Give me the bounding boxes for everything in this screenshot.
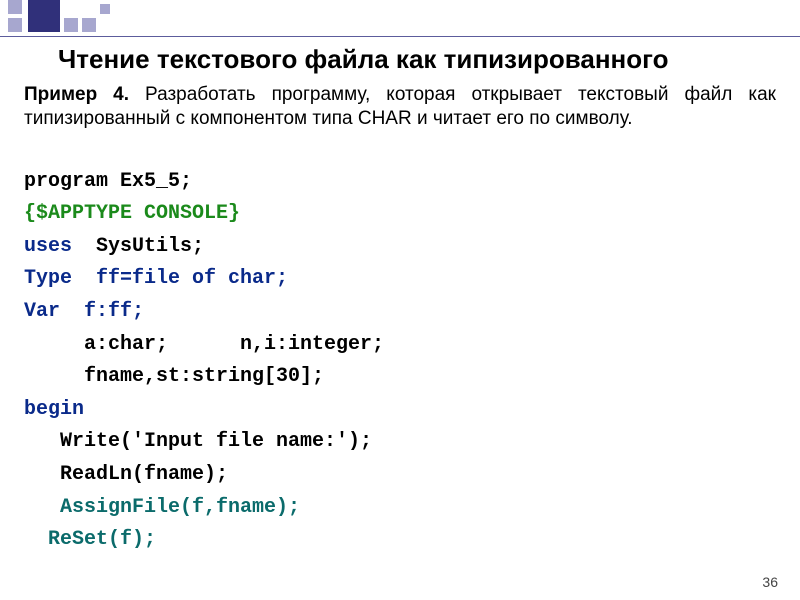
example-paragraph: Пример 4. Разработать программу, которая… (24, 83, 776, 132)
slide-content: Чтение текстового файла как типизированн… (0, 42, 800, 557)
code-text: f:ff; (60, 300, 144, 323)
page-title: Чтение текстового файла как типизированн… (58, 44, 782, 75)
code-block: program Ex5_5; {$APPTYPE CONSOLE} uses S… (24, 166, 782, 557)
code-text: SysUtils; (72, 235, 204, 258)
deco-square (100, 4, 110, 14)
code-line: Type ff=file of char; (24, 263, 782, 296)
code-line: ReSet(f); (24, 524, 782, 557)
code-call: ReSet(f); (48, 528, 156, 551)
code-text: ff=file of char; (72, 267, 288, 290)
code-call: AssignFile(f,fname); (60, 496, 300, 519)
code-indent (24, 496, 60, 519)
deco-square (64, 18, 78, 32)
code-line: Var f:ff; (24, 296, 782, 329)
code-line: ReadLn(fname); (24, 459, 782, 492)
code-keyword: Var (24, 300, 60, 323)
page-number: 36 (762, 574, 778, 590)
example-text: Разработать программу, которая открывает… (24, 84, 776, 129)
deco-square-dark (28, 0, 60, 32)
code-line: AssignFile(f,fname); (24, 492, 782, 525)
header-rule (0, 36, 800, 37)
code-line: fname,st:string[30]; (24, 361, 782, 394)
deco-square (8, 0, 22, 14)
example-label: Пример 4. (24, 84, 129, 105)
code-line: {$APPTYPE CONSOLE} (24, 198, 782, 231)
code-keyword: uses (24, 235, 72, 258)
code-line: Write('Input file name:'); (24, 426, 782, 459)
code-line: program Ex5_5; (24, 166, 782, 199)
code-keyword: Type (24, 267, 72, 290)
deco-square (82, 18, 96, 32)
code-line: a:char; n,i:integer; (24, 329, 782, 362)
deco-square (8, 18, 22, 32)
code-line: begin (24, 394, 782, 427)
code-indent (24, 528, 48, 551)
code-line: uses SysUtils; (24, 231, 782, 264)
